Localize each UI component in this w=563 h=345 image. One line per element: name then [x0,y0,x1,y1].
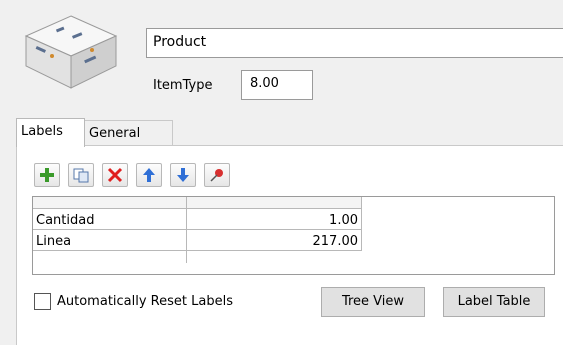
pin-icon [210,169,223,182]
duplicate-label-button[interactable] [68,163,94,187]
delete-icon [107,167,123,183]
itemtype-label: ItemType [153,78,213,93]
move-down-button[interactable] [170,163,196,187]
tab-strip: Labels General [16,118,563,147]
move-up-button[interactable] [136,163,162,187]
itemtype-field[interactable]: 8.00 [241,70,313,100]
product-box-icon [24,15,118,89]
table-row-empty [33,251,187,263]
auto-reset-labels-label: Automatically Reset Labels [57,293,233,309]
pin-button[interactable] [204,163,230,187]
table-row-value[interactable]: 217.00 [187,230,362,251]
auto-reset-labels-row[interactable]: Automatically Reset Labels [34,291,233,311]
tree-view-button[interactable]: Tree View [321,287,425,317]
auto-reset-labels-checkbox[interactable] [34,292,51,310]
labels-table: Cantidad 1.00 Linea 217.00 [32,196,555,275]
table-header-cell [187,197,362,209]
move-down-icon [177,168,189,182]
table-row-label[interactable]: Linea [33,230,187,251]
table-row-value[interactable]: 1.00 [187,209,362,230]
tab-labels[interactable]: Labels [16,118,85,147]
label-table-button[interactable]: Label Table [443,287,545,317]
move-up-icon [143,168,155,182]
tab-general[interactable]: General [84,120,173,146]
add-label-button[interactable] [34,163,60,187]
delete-label-button[interactable] [102,163,128,187]
duplicate-icon [73,168,89,183]
table-header-cell [33,197,187,209]
add-icon [40,168,54,182]
name-field[interactable]: Product [146,28,563,58]
table-row-label[interactable]: Cantidad [33,209,187,230]
